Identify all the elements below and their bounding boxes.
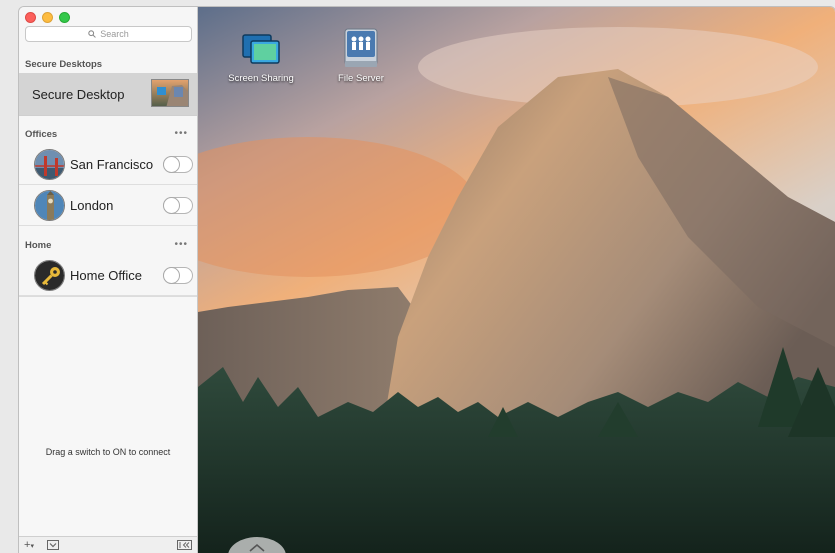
sidebar-item-label: Home Office [70,267,143,283]
search-input[interactable]: Search [25,26,192,42]
screen-sharing-icon [239,27,283,71]
desktop-icon-file-server[interactable]: File Server [316,27,406,84]
sidebar-item-label: London [70,197,114,213]
more-icon[interactable]: ••• [174,128,188,139]
key-avatar [34,259,65,291]
connection-switch[interactable] [163,155,193,173]
sidebar-item-label: Secure Desktop [32,86,125,102]
search-icon [88,30,97,38]
remote-desktop-view[interactable]: Screen Sharing File Server [198,7,835,553]
more-icon[interactable]: ••• [174,239,188,250]
sidebar-empty-area [19,296,197,537]
desktop-icon-screen-sharing[interactable]: Screen Sharing [216,27,306,84]
tray-arrow-icon [47,540,59,550]
add-button[interactable]: +▾ [24,539,34,551]
search-placeholder: Search [100,29,129,39]
london-avatar [34,189,65,221]
sidebar: Search Secure Desktops Secure Desktop Of… [19,7,198,553]
window-controls [25,12,70,23]
sidebar-item-home-office[interactable]: Home Office [19,255,197,296]
download-menu-button[interactable] [47,540,59,553]
file-server-icon [339,27,383,71]
sidebar-item-secure-desktop[interactable]: Secure Desktop [19,73,197,116]
sidebar-item-san-francisco[interactable]: San Francisco [19,144,197,185]
wallpaper-image [198,7,835,553]
collapse-sidebar-icon [177,540,192,550]
san-francisco-avatar [34,148,65,180]
section-header-secure-desktops: Secure Desktops [25,59,103,70]
connect-hint: Drag a switch to ON to connect [45,447,171,457]
close-button[interactable] [25,12,36,23]
collapse-sidebar-button[interactable] [177,540,192,553]
minimize-button[interactable] [42,12,53,23]
dropdown-arrow-icon: ▾ [30,543,34,550]
connection-switch[interactable] [163,266,193,284]
secure-desktop-thumbnail [151,79,189,107]
sidebar-item-london[interactable]: London [19,185,197,226]
sidebar-item-label: San Francisco [70,156,154,172]
chevron-up-icon [249,543,265,552]
desktop-icon-label: File Server [338,73,384,84]
section-header-offices: Offices [25,129,58,140]
app-window: Search Secure Desktops Secure Desktop Of… [19,7,835,553]
maximize-button[interactable] [59,12,70,23]
section-header-home: Home [25,240,52,251]
sidebar-toolbar: +▾ [19,536,197,553]
connection-switch[interactable] [163,196,193,214]
desktop-icon-label: Screen Sharing [228,73,294,84]
